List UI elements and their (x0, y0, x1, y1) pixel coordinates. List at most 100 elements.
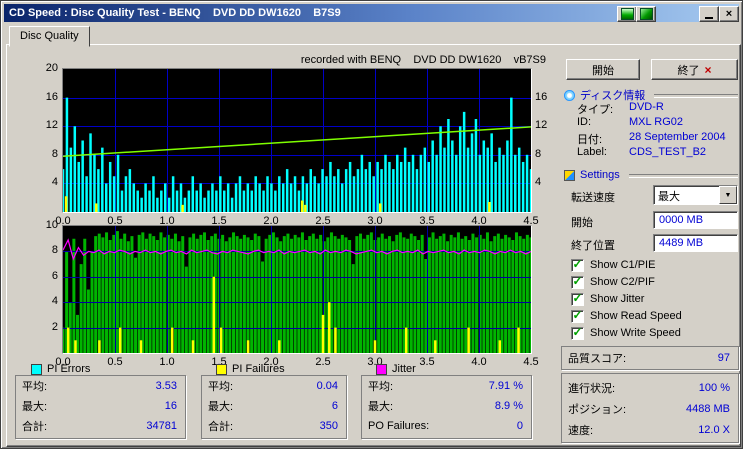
pi-errors-stats-box: 平均: 3.53 最大: 16 合計: 34781 (15, 375, 186, 439)
checkbox-box[interactable]: ✓ (571, 310, 584, 323)
stat-value: 350 (320, 420, 338, 432)
axis-tick-label: 16 (31, 91, 58, 103)
checkbox-show-c1-pie[interactable]: ✓ Show C1/PIE (571, 258, 655, 272)
progress-label: 進行状況: (568, 380, 615, 396)
field-label: Label: (577, 146, 629, 158)
exit-button[interactable]: 終了 × (651, 59, 738, 80)
copy-graph-icon-button[interactable] (636, 6, 656, 22)
quality-score-value: 97 (718, 352, 730, 364)
position-value: 4488 MB (686, 403, 730, 415)
stat-row: PO Failures: 0 (362, 416, 531, 436)
axis-tick-label: 10 (31, 219, 58, 231)
status-box: 進行状況: 100 % ポジション: 4488 MB 速度: 12.0 X (561, 373, 739, 443)
axis-tick-label: 2 (31, 321, 58, 333)
divider (629, 174, 738, 178)
field-value: MXL RG02 (629, 116, 683, 128)
speed-value: 12.0 X (698, 424, 730, 436)
checkbox-label: Show C1/PIE (590, 259, 655, 271)
jitter-stats-box: 平均: 7.91 % 最大: 8.9 % PO Failures: 0 (361, 375, 532, 439)
position-label: ポジション: (568, 401, 626, 417)
stat-value: 7.91 % (489, 380, 523, 392)
checkbox-box[interactable]: ✓ (571, 259, 584, 272)
transfer-speed-label: 転送速度 (571, 189, 615, 205)
dropdown-arrow-glyph: ▼ (725, 192, 732, 199)
stat-label: PO Failures: (368, 420, 429, 432)
window-title: CD Speed : Disc Quality Test - BENQ DVD … (4, 7, 341, 19)
axis-tick-label: 8 (535, 148, 559, 160)
divider (654, 94, 738, 98)
exit-label: 終了 (677, 62, 699, 78)
minimize-icon (705, 17, 713, 19)
progress-row: 進行状況: 100 % (562, 377, 738, 398)
transfer-speed-value: 最大 (654, 186, 719, 204)
axis-tick-label: 2.5 (310, 356, 336, 368)
stat-label: 最大: (208, 398, 233, 414)
end-position-field[interactable]: 4489 MB (653, 234, 738, 252)
axis-tick-label: 8 (31, 148, 58, 160)
stat-label: 平均: (22, 378, 47, 394)
axis-tick-label: 6 (31, 270, 58, 282)
stat-row: 最大: 16 (16, 396, 185, 416)
stat-label: 合計: (208, 418, 233, 434)
checkbox-show-jitter[interactable]: ✓ Show Jitter (571, 292, 644, 306)
cdspeed-window: CD Speed : Disc Quality Test - BENQ DVD … (0, 0, 743, 449)
checkbox-show-write-speed[interactable]: ✓ Show Write Speed (571, 326, 681, 340)
checkbox-label: Show Write Speed (590, 327, 681, 339)
checkbox-show-read-speed[interactable]: ✓ Show Read Speed (571, 309, 682, 323)
field-value: CDS_TEST_B2 (629, 146, 706, 158)
checkbox-box[interactable]: ✓ (571, 293, 584, 306)
stat-row: 平均: 3.53 (16, 376, 185, 396)
tab-disc-quality[interactable]: Disc Quality (9, 26, 90, 47)
stat-row: 合計: 350 (202, 416, 346, 436)
stat-value: 0 (517, 420, 523, 432)
axis-tick-label: 4.0 (466, 356, 492, 368)
legend-label: PI Errors (47, 363, 90, 375)
pi-errors-plot (62, 68, 532, 213)
check-icon: ✓ (572, 259, 582, 270)
stat-value: 16 (165, 400, 177, 412)
legend-pi-errors: PI Errors (31, 363, 90, 375)
jitter-pif-plot (62, 225, 532, 354)
settings-title: Settings (580, 169, 620, 181)
checkbox-label: Show Read Speed (590, 310, 682, 322)
axis-tick-label: 20 (31, 62, 58, 74)
settings-header: Settings (564, 169, 738, 181)
check-icon: ✓ (572, 327, 582, 338)
checkbox-label: Show C2/PIF (590, 276, 655, 288)
axis-tick-label: 8 (31, 244, 58, 256)
field-value: DVD-R (629, 101, 664, 117)
axis-tick-label: 3.5 (414, 356, 440, 368)
stat-label: 最大: (22, 398, 47, 414)
stat-label: 平均: (208, 378, 233, 394)
axis-tick-label: 4.5 (518, 356, 544, 368)
transfer-speed-select[interactable]: 最大 ▼ (653, 185, 738, 205)
checkbox-box[interactable]: ✓ (571, 327, 584, 340)
close-button[interactable]: × (719, 6, 739, 22)
settings-icon (564, 170, 575, 181)
axis-tick-label: 4 (535, 176, 559, 188)
jitter-pif-chart: 1086420.00.51.01.52.02.53.03.54.04.5 (62, 225, 532, 354)
disc-date-row: 日付: 28 September 2004 (577, 131, 738, 147)
end-position-label: 終了位置 (571, 237, 615, 253)
save-graph-icon-button[interactable] (617, 6, 637, 22)
checkbox-box[interactable]: ✓ (571, 276, 584, 289)
stat-value: 0.04 (317, 380, 338, 392)
legend-pi-failures: PI Failures (216, 363, 285, 375)
stat-value: 8.9 % (495, 400, 523, 412)
stat-row: 合計: 34781 (16, 416, 185, 436)
start-position-label: 開始 (571, 214, 593, 230)
stat-value: 3.53 (156, 380, 177, 392)
dropdown-arrow-icon[interactable]: ▼ (719, 186, 737, 204)
check-icon: ✓ (572, 293, 582, 304)
stat-row: 平均: 7.91 % (362, 376, 531, 396)
field-label: タイプ: (577, 101, 629, 117)
minimize-button[interactable] (699, 6, 719, 22)
disc-label-row: Label: CDS_TEST_B2 (577, 146, 738, 158)
stat-label: 平均: (368, 378, 393, 394)
stat-value: 6 (332, 400, 338, 412)
save-graph-icon (621, 8, 634, 20)
start-button[interactable]: 開始 (566, 59, 640, 80)
start-position-field[interactable]: 0000 MB (653, 211, 738, 229)
legend-label: PI Failures (232, 363, 285, 375)
checkbox-show-c2-pif[interactable]: ✓ Show C2/PIF (571, 275, 655, 289)
